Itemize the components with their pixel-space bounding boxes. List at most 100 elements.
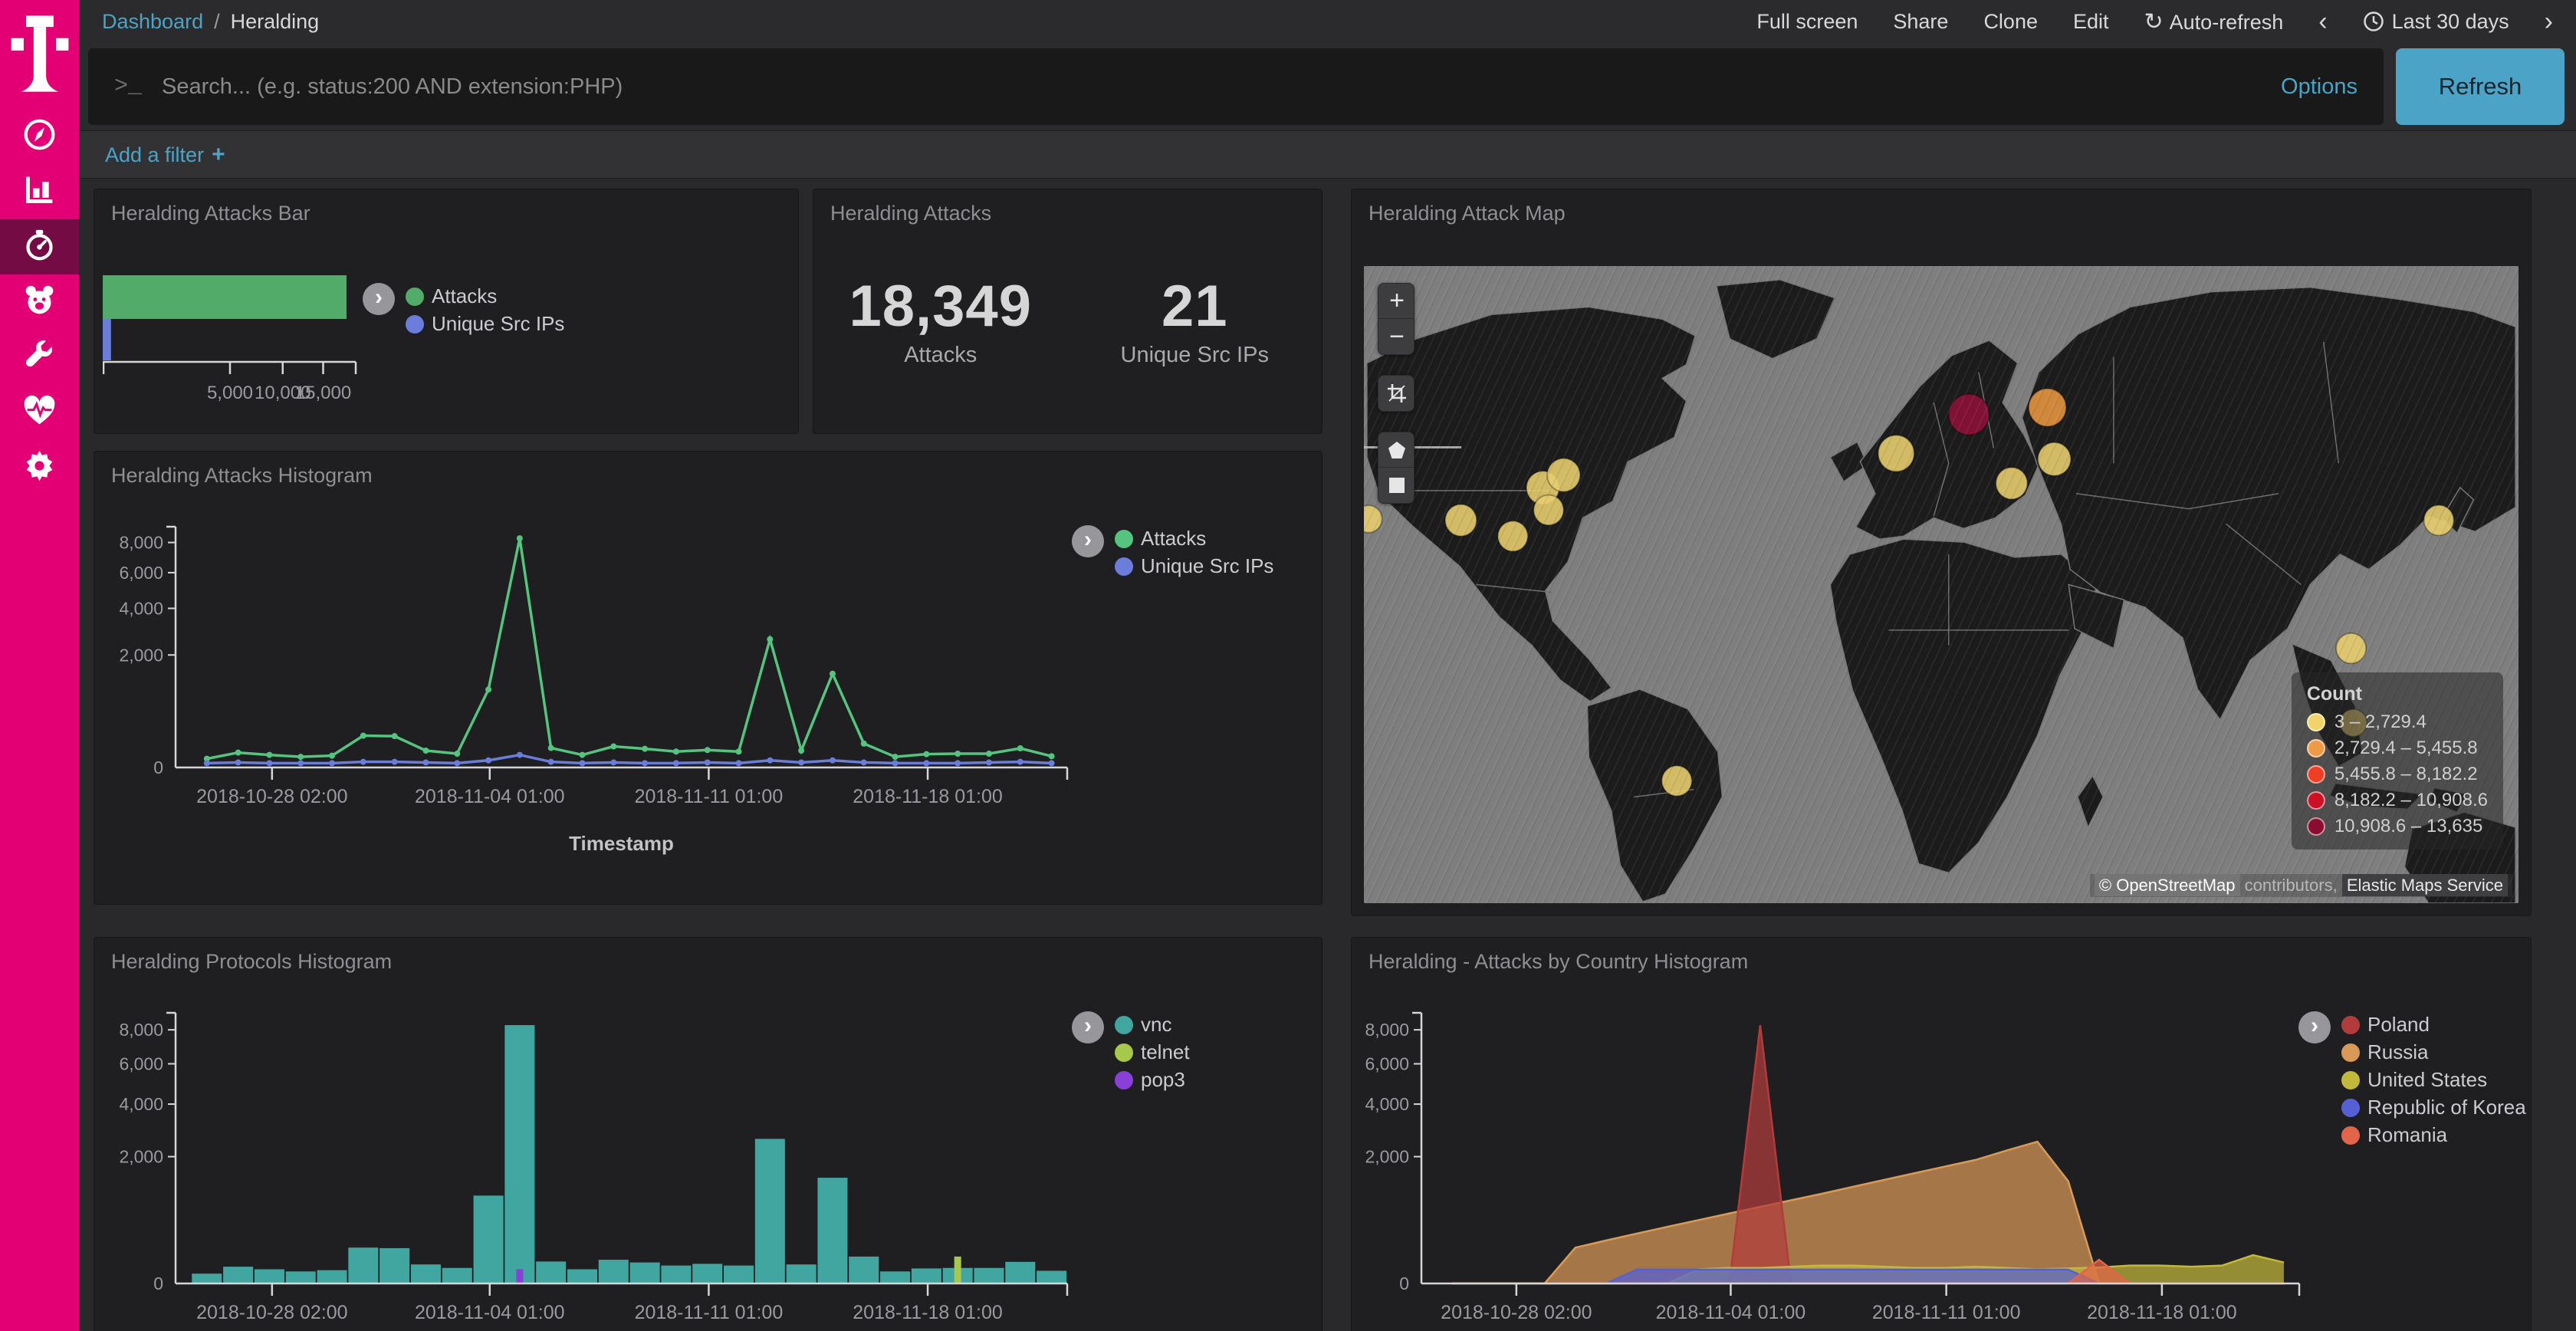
legend-dot — [1115, 557, 1133, 576]
panel-title: Heralding Protocols Histogram — [94, 938, 1322, 981]
time-range-next-button[interactable]: › — [2545, 8, 2553, 35]
svg-text:8,000: 8,000 — [1365, 1020, 1409, 1040]
legend-items: vnc telnet pop3 — [1115, 1011, 1190, 1092]
legend-item-russia[interactable]: Russia — [2341, 1040, 2526, 1064]
auto-refresh-button[interactable]: ↻Auto-refresh — [2144, 8, 2284, 35]
map-legend-item: 2,729.4 – 5,455.8 — [2307, 738, 2488, 759]
search-input[interactable] — [162, 74, 2266, 100]
svg-text:2,000: 2,000 — [1365, 1147, 1409, 1167]
country-histogram-chart[interactable]: 02,0004,0006,0008,0002018-10-28 02:00201… — [1356, 981, 2301, 1331]
discover-compass-icon — [22, 117, 57, 156]
map-draw-rectangle-button[interactable] — [1378, 468, 1414, 503]
legend-item-romania[interactable]: Romania — [2341, 1123, 2526, 1147]
openstreetmap-link[interactable]: © OpenStreetMap — [2095, 874, 2240, 896]
map-legend-dot — [2307, 791, 2325, 810]
panel-attacks-bar: Heralding Attacks Bar 5,00010,00015,000 … — [94, 189, 799, 434]
legend-label: Attacks — [432, 284, 497, 308]
metric-unique-src-ips: 21 Unique Src IPs — [1068, 273, 1322, 368]
refresh-button[interactable]: Refresh — [2396, 48, 2564, 125]
world-map[interactable]: +− Count 3 – 2,729.42,729.4 – 5,455.85,4… — [1364, 266, 2518, 903]
legend-toggle-chevron[interactable]: › — [363, 283, 395, 315]
svg-text:2018-10-28 02:00: 2018-10-28 02:00 — [196, 786, 347, 807]
topnav-full-screen[interactable]: Full screen — [1756, 10, 1858, 34]
legend-item-unique-src-ips[interactable]: Unique Src IPs — [406, 312, 564, 336]
legend-toggle-chevron[interactable]: › — [1072, 525, 1104, 557]
sidebar-item-bear[interactable] — [0, 274, 79, 330]
svg-text:0: 0 — [153, 1273, 163, 1293]
panel-protocols-histogram: Heralding Protocols Histogram 02,0004,00… — [94, 937, 1322, 1331]
attack-bubble[interactable] — [1445, 504, 1477, 537]
legend-dot — [2341, 1071, 2360, 1089]
sidebar-item-wrench[interactable] — [0, 330, 79, 385]
legend-dot — [2341, 1099, 2360, 1117]
svg-text:4,000: 4,000 — [119, 1094, 163, 1114]
map-fit-crop-button[interactable] — [1378, 376, 1414, 411]
time-picker-button[interactable]: Last 30 days — [2363, 10, 2509, 34]
map-legend-label: 2,729.4 – 5,455.8 — [2334, 738, 2478, 759]
sidebar-item-visualize-bars[interactable] — [0, 164, 79, 219]
map-zoom-in-button[interactable]: + — [1378, 284, 1414, 319]
attack-bubble[interactable] — [2336, 633, 2366, 664]
map-control-group: +− — [1378, 283, 1414, 355]
map-legend-dot — [2307, 713, 2325, 731]
attack-bubble[interactable] — [1949, 394, 1990, 435]
time-range-prev-button[interactable]: ‹ — [2318, 8, 2327, 35]
attack-bubble[interactable] — [1662, 766, 1692, 797]
legend-item-telnet[interactable]: telnet — [1115, 1040, 1190, 1064]
sidebar-nav — [0, 109, 79, 495]
topbar: Dashboard / Heralding Full screenShareCl… — [79, 0, 2576, 43]
telekom-logo[interactable] — [10, 11, 70, 97]
attack-bubble[interactable] — [1878, 435, 1914, 472]
legend-item-attacks[interactable]: Attacks — [1115, 527, 1273, 550]
map-draw-polygon-button[interactable] — [1378, 432, 1414, 468]
legend-label: Poland — [2367, 1013, 2430, 1037]
svg-text:2018-11-18 01:00: 2018-11-18 01:00 — [853, 786, 1003, 807]
refresh-cycle-icon: ↻ — [2144, 9, 2164, 35]
panel-title: Heralding Attack Map — [1352, 189, 2531, 232]
svg-text:5,000: 5,000 — [207, 383, 253, 403]
legend-item-republic-of-korea[interactable]: Republic of Korea — [2341, 1096, 2526, 1119]
map-zoom-out-button[interactable]: − — [1378, 319, 1414, 354]
legend-toggle-chevron[interactable]: › — [1072, 1011, 1104, 1043]
attack-bubble[interactable] — [2038, 442, 2071, 476]
map-legend-label: 5,455.8 – 8,182.2 — [2334, 764, 2478, 785]
breadcrumb-dashboard-link[interactable]: Dashboard — [102, 10, 203, 34]
metric-label: Unique Src IPs — [1068, 343, 1322, 368]
sidebar-item-discover-compass[interactable] — [0, 109, 79, 164]
legend-item-unique-src-ips[interactable]: Unique Src IPs — [1115, 554, 1273, 578]
legend-label: United States — [2367, 1068, 2487, 1092]
options-link[interactable]: Options — [2281, 74, 2358, 100]
attack-bubble[interactable] — [1498, 521, 1528, 552]
topnav-clone[interactable]: Clone — [1983, 10, 2038, 34]
legend-toggle-chevron[interactable]: › — [2298, 1011, 2331, 1043]
legend-dot — [406, 315, 424, 334]
attack-bubble[interactable] — [1547, 458, 1580, 492]
legend-item-attacks[interactable]: Attacks — [406, 284, 564, 308]
topnav-share[interactable]: Share — [1893, 10, 1948, 34]
attack-bubble[interactable] — [1996, 468, 2027, 500]
attack-bubble[interactable] — [2424, 505, 2454, 536]
topnav-edit[interactable]: Edit — [2073, 10, 2109, 34]
legend-item-pop3[interactable]: pop3 — [1115, 1068, 1190, 1092]
svg-text:2018-10-28 02:00: 2018-10-28 02:00 — [1441, 1302, 1592, 1323]
add-filter-link[interactable]: Add a filter+ — [105, 142, 225, 168]
clock-icon — [2363, 11, 2384, 32]
legend-dot — [2341, 1126, 2360, 1145]
plus-icon: + — [212, 142, 225, 167]
attacks-histogram-chart[interactable]: 02,0004,0006,0008,0002018-10-28 02:00201… — [99, 495, 1069, 904]
elastic-maps-service-link[interactable]: Elastic Maps Service — [2342, 874, 2508, 896]
chart-legend: › vnc telnet pop3 — [1072, 1011, 1311, 1092]
sidebar-item-gear[interactable] — [0, 440, 79, 495]
protocols-histogram-chart[interactable]: 02,0004,0006,0008,0002018-10-28 02:00201… — [99, 981, 1069, 1331]
svg-text:2018-11-04 01:00: 2018-11-04 01:00 — [1656, 1302, 1806, 1323]
legend-item-vnc[interactable]: vnc — [1115, 1013, 1190, 1037]
metric-value: 21 — [1068, 273, 1322, 340]
sidebar-item-heartbeat[interactable] — [0, 385, 79, 440]
legend-item-united-states[interactable]: United States — [2341, 1068, 2526, 1092]
attack-bubble[interactable] — [2029, 389, 2066, 426]
sidebar-item-dashboard-gauge[interactable] — [0, 219, 79, 274]
attack-bubble[interactable] — [1533, 495, 1563, 525]
map-legend-title: Count — [2307, 683, 2488, 705]
legend-item-poland[interactable]: Poland — [2341, 1013, 2526, 1037]
svg-text:2018-11-11 01:00: 2018-11-11 01:00 — [1872, 1302, 2021, 1323]
